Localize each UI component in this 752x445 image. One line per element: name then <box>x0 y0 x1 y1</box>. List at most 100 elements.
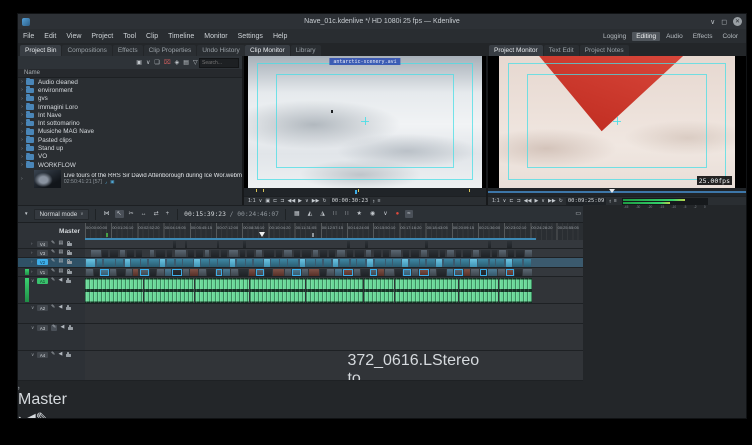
bin-folder-row[interactable]: ›Audio cleaned <box>18 78 242 86</box>
timeline-clip[interactable] <box>347 241 350 248</box>
timeline-clip[interactable] <box>523 269 532 276</box>
track-lane-a3[interactable] <box>85 324 583 350</box>
timeline-clip[interactable] <box>496 259 504 267</box>
track-name-badge[interactable]: V1 <box>37 269 48 275</box>
timeline-clip[interactable] <box>470 259 476 267</box>
timeline-clip[interactable] <box>459 278 499 303</box>
timeline-clip[interactable] <box>207 269 216 276</box>
timeline-clip[interactable] <box>444 259 453 267</box>
menu-file[interactable]: File <box>18 33 39 40</box>
play-button[interactable]: ▶ <box>298 199 302 204</box>
timeline-clip[interactable] <box>436 259 442 267</box>
timeline-clip[interactable] <box>205 250 210 257</box>
timecode[interactable]: 00:00:30:23 <box>330 198 370 205</box>
timeline-clip[interactable] <box>269 305 279 323</box>
timeline-clip[interactable] <box>395 278 457 303</box>
track-lock-icon[interactable] <box>68 327 73 331</box>
timeline-clip[interactable] <box>221 250 227 257</box>
clip-playhead-tick[interactable] <box>355 190 357 194</box>
track-effects-icon[interactable]: ✎ <box>51 278 55 284</box>
timeline-clip[interactable] <box>492 250 497 257</box>
timeline-clip[interactable] <box>256 250 262 257</box>
track-mute-icon[interactable]: ◀ <box>59 305 63 311</box>
menu-tool[interactable]: Tool <box>118 33 141 40</box>
timeline-clip[interactable] <box>320 250 327 257</box>
rewind-button[interactable]: ◀◀ <box>524 199 532 204</box>
timeline-clip[interactable] <box>488 241 490 248</box>
timeline-clip[interactable] <box>156 250 165 257</box>
timeline-clip[interactable] <box>403 269 411 276</box>
menu-settings[interactable]: Settings <box>233 33 268 40</box>
timeline-clip[interactable] <box>280 259 286 267</box>
timeline-settings-button[interactable]: ▭ <box>573 210 583 218</box>
record-button[interactable]: ● <box>394 210 402 218</box>
loop-zone-button[interactable]: ↻ <box>322 199 326 204</box>
timeline-clip[interactable] <box>393 259 400 267</box>
timeline-clip[interactable] <box>420 259 425 267</box>
project-monitor-tab-project-notes[interactable]: Project Notes <box>580 45 629 56</box>
bin-folder-row[interactable]: ›Immagini Loro <box>18 103 242 111</box>
timecode-spinner[interactable]: ▴▾ <box>373 199 375 204</box>
track-target-indicator[interactable] <box>25 269 29 275</box>
zone-in-button[interactable]: ⊏ <box>509 199 513 204</box>
timeline-clip[interactable] <box>246 259 252 267</box>
timeline-clip[interactable] <box>357 259 365 267</box>
timeline-clip[interactable] <box>460 325 498 350</box>
timeline-clip[interactable] <box>116 259 123 267</box>
timeline-clip[interactable] <box>231 269 237 276</box>
timeline-clip[interactable] <box>447 250 454 257</box>
timeline-clip[interactable]: 372_0616.LStereo to m <box>347 352 369 380</box>
clip-monitor-seekbar[interactable] <box>244 188 486 196</box>
timecode[interactable]: 00:09:25:09 <box>566 198 606 205</box>
track-name-badge[interactable]: A2 <box>37 305 48 311</box>
track-name-badge[interactable]: V3 <box>37 250 48 256</box>
timeline-clip[interactable] <box>501 325 526 350</box>
timeline-clip[interactable] <box>327 269 335 276</box>
timeline-clip[interactable] <box>131 259 139 267</box>
timeline-clip[interactable] <box>374 305 384 323</box>
timeline-clip[interactable] <box>302 305 310 323</box>
timeline-clip[interactable] <box>166 325 217 350</box>
mixer-toggle-button[interactable]: ≈ <box>405 210 412 218</box>
timeline-clip[interactable] <box>313 250 318 257</box>
track-effects-icon[interactable]: ✎ <box>51 352 55 358</box>
track-header-v4[interactable]: ›V4✎▤ <box>18 240 85 248</box>
timeline-clip[interactable] <box>294 250 300 257</box>
timeline-clip[interactable] <box>176 259 182 267</box>
timeline-clip[interactable] <box>421 250 427 257</box>
ratio-dropdown-icon[interactable]: ∨ <box>259 199 263 204</box>
timeline-clip[interactable] <box>201 259 209 267</box>
track-effects-icon[interactable]: ✎ <box>51 305 55 311</box>
timeline-clip[interactable] <box>316 259 322 267</box>
timeline-clip[interactable] <box>386 259 391 267</box>
timeline-clip[interactable] <box>249 269 255 276</box>
mix-clips-icon[interactable]: ⋈ <box>102 210 112 218</box>
timeline-clip[interactable] <box>515 269 521 276</box>
master-track-label[interactable]: Master <box>18 223 85 240</box>
timeline-clip[interactable] <box>265 269 272 276</box>
timeline-clip[interactable] <box>361 269 369 276</box>
zone-out-button[interactable]: ⊐ <box>517 199 521 204</box>
razor-tool-button[interactable]: ✂ <box>127 210 136 218</box>
overwrite-zone-icon[interactable]: ∷ <box>331 210 339 218</box>
menu-project[interactable]: Project <box>86 33 118 40</box>
workspace-logging[interactable]: Logging <box>599 32 630 41</box>
ruler-body[interactable]: 00:00:00:0000:01:26:1000:02:52:2000:04:1… <box>85 223 583 240</box>
timeline-clip[interactable] <box>223 269 230 276</box>
timeline-clip[interactable] <box>285 269 291 276</box>
track-lock-icon[interactable] <box>66 280 71 284</box>
timeline-clip[interactable] <box>183 259 192 267</box>
timeline-clip[interactable] <box>516 250 524 257</box>
timeline-clip[interactable] <box>425 241 428 248</box>
monitor-overlay-icon[interactable]: ▣ <box>265 199 270 204</box>
timeline-clip[interactable] <box>276 250 282 257</box>
select-tool-button[interactable]: ↖ <box>115 210 124 218</box>
play-dropdown-icon[interactable]: ∨ <box>305 199 309 204</box>
track-name-badge[interactable]: A3 <box>37 325 48 331</box>
timeline-clip[interactable] <box>150 250 154 257</box>
clip-monitor-video[interactable]: antarctic-scenery.avi <box>244 56 486 188</box>
bin-folder-row[interactable]: ›gvs <box>18 95 242 103</box>
chevron-right-icon[interactable]: › <box>18 79 26 85</box>
timeline-clip[interactable] <box>218 259 228 267</box>
spacer-tool-button[interactable]: ↔ <box>139 210 149 218</box>
